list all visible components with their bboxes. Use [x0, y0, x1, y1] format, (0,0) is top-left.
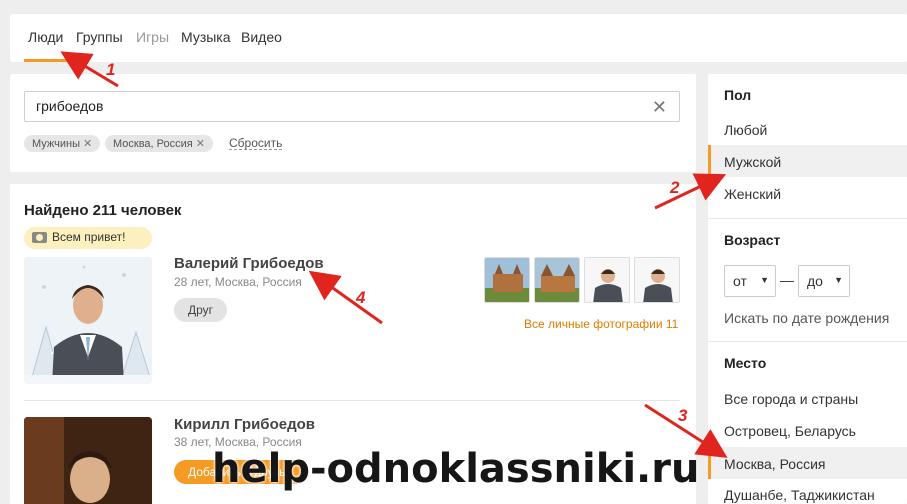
avatar-photo	[24, 417, 152, 504]
camera-icon	[32, 232, 47, 243]
status-text: Всем привет!	[52, 230, 126, 244]
results-count: Найдено 211 человек	[24, 202, 182, 219]
close-icon[interactable]: ✕	[83, 138, 92, 150]
chevron-down-icon: ▼	[834, 275, 843, 285]
photo-thumbnail[interactable]	[584, 257, 630, 303]
age-dash: —	[780, 272, 794, 288]
gender-option-any[interactable]: Любой	[724, 122, 767, 138]
watermark: help-odnoklassniki.ru	[212, 446, 700, 492]
chevron-down-icon: ▼	[760, 275, 769, 285]
annotation-number: 3	[678, 406, 688, 425]
all-photos-link[interactable]: Все личные фотографии 11	[524, 317, 678, 331]
avatar-photo	[24, 257, 152, 384]
search-box: ✕	[24, 91, 680, 122]
divider	[708, 341, 907, 342]
tab-video[interactable]: Видео	[241, 29, 282, 45]
friend-button[interactable]: Друг	[174, 298, 228, 322]
filter-chip-city[interactable]: Москва, Россия ✕	[105, 135, 213, 152]
gender-option-male[interactable]: Мужской	[724, 154, 781, 170]
person-name[interactable]: Кирилл Грибоедов	[174, 416, 315, 433]
tab-groups[interactable]: Группы	[76, 29, 123, 45]
close-icon[interactable]: ✕	[652, 97, 667, 118]
age-heading: Возраст	[724, 232, 781, 248]
photo-thumbnail[interactable]	[634, 257, 680, 303]
status-badge: Всем привет!	[24, 227, 152, 249]
annotation-number: 2	[670, 178, 680, 197]
divider	[24, 400, 680, 401]
birthday-search-link[interactable]: Искать по дате рождения	[724, 310, 889, 326]
close-icon[interactable]: ✕	[196, 138, 205, 150]
filters-sidebar: Пол Любой Мужской Женский Возраст от ▼ — …	[708, 74, 907, 504]
person-meta: 28 лет, Москва, Россия	[174, 275, 302, 289]
gender-heading: Пол	[724, 87, 752, 103]
filter-chip-gender[interactable]: Мужчины ✕	[24, 135, 101, 152]
chip-label: Мужчины	[32, 138, 81, 150]
search-input[interactable]	[36, 98, 636, 114]
place-heading: Место	[724, 355, 767, 371]
place-option-moscow[interactable]: Москва, Россия	[724, 456, 826, 472]
reset-link[interactable]: Сбросить	[229, 137, 283, 150]
place-option-all[interactable]: Все города и страны	[724, 391, 858, 407]
annotation-number: 1	[106, 60, 116, 79]
photo-thumbnail[interactable]	[484, 257, 530, 303]
age-from-select[interactable]: от ▼	[724, 265, 776, 297]
tabs-bar: Люди Группы Игры Музыка Видео	[10, 14, 907, 62]
age-to-select[interactable]: до ▼	[798, 265, 850, 297]
tab-music[interactable]: Музыка	[181, 29, 231, 45]
age-to-label: до	[807, 273, 823, 289]
divider	[708, 218, 907, 219]
annotation-number: 4	[356, 288, 366, 307]
chip-label: Москва, Россия	[113, 138, 193, 150]
search-panel: ✕ Мужчины✕ Москва, Россия✕ Сбросить	[10, 74, 696, 172]
place-option-ostrovets[interactable]: Островец, Беларусь	[724, 423, 856, 439]
photo-thumbnail[interactable]	[534, 257, 580, 303]
tab-games[interactable]: Игры	[136, 29, 169, 45]
person-name[interactable]: Валерий Грибоедов	[174, 255, 324, 272]
gender-option-female[interactable]: Женский	[724, 186, 781, 202]
age-from-label: от	[733, 273, 747, 289]
avatar[interactable]	[24, 257, 152, 384]
tab-people[interactable]: Люди	[28, 29, 63, 45]
place-option-dushanbe[interactable]: Душанбе, Таджикистан	[724, 487, 875, 503]
active-tab-indicator	[24, 59, 70, 62]
avatar[interactable]	[24, 417, 152, 504]
